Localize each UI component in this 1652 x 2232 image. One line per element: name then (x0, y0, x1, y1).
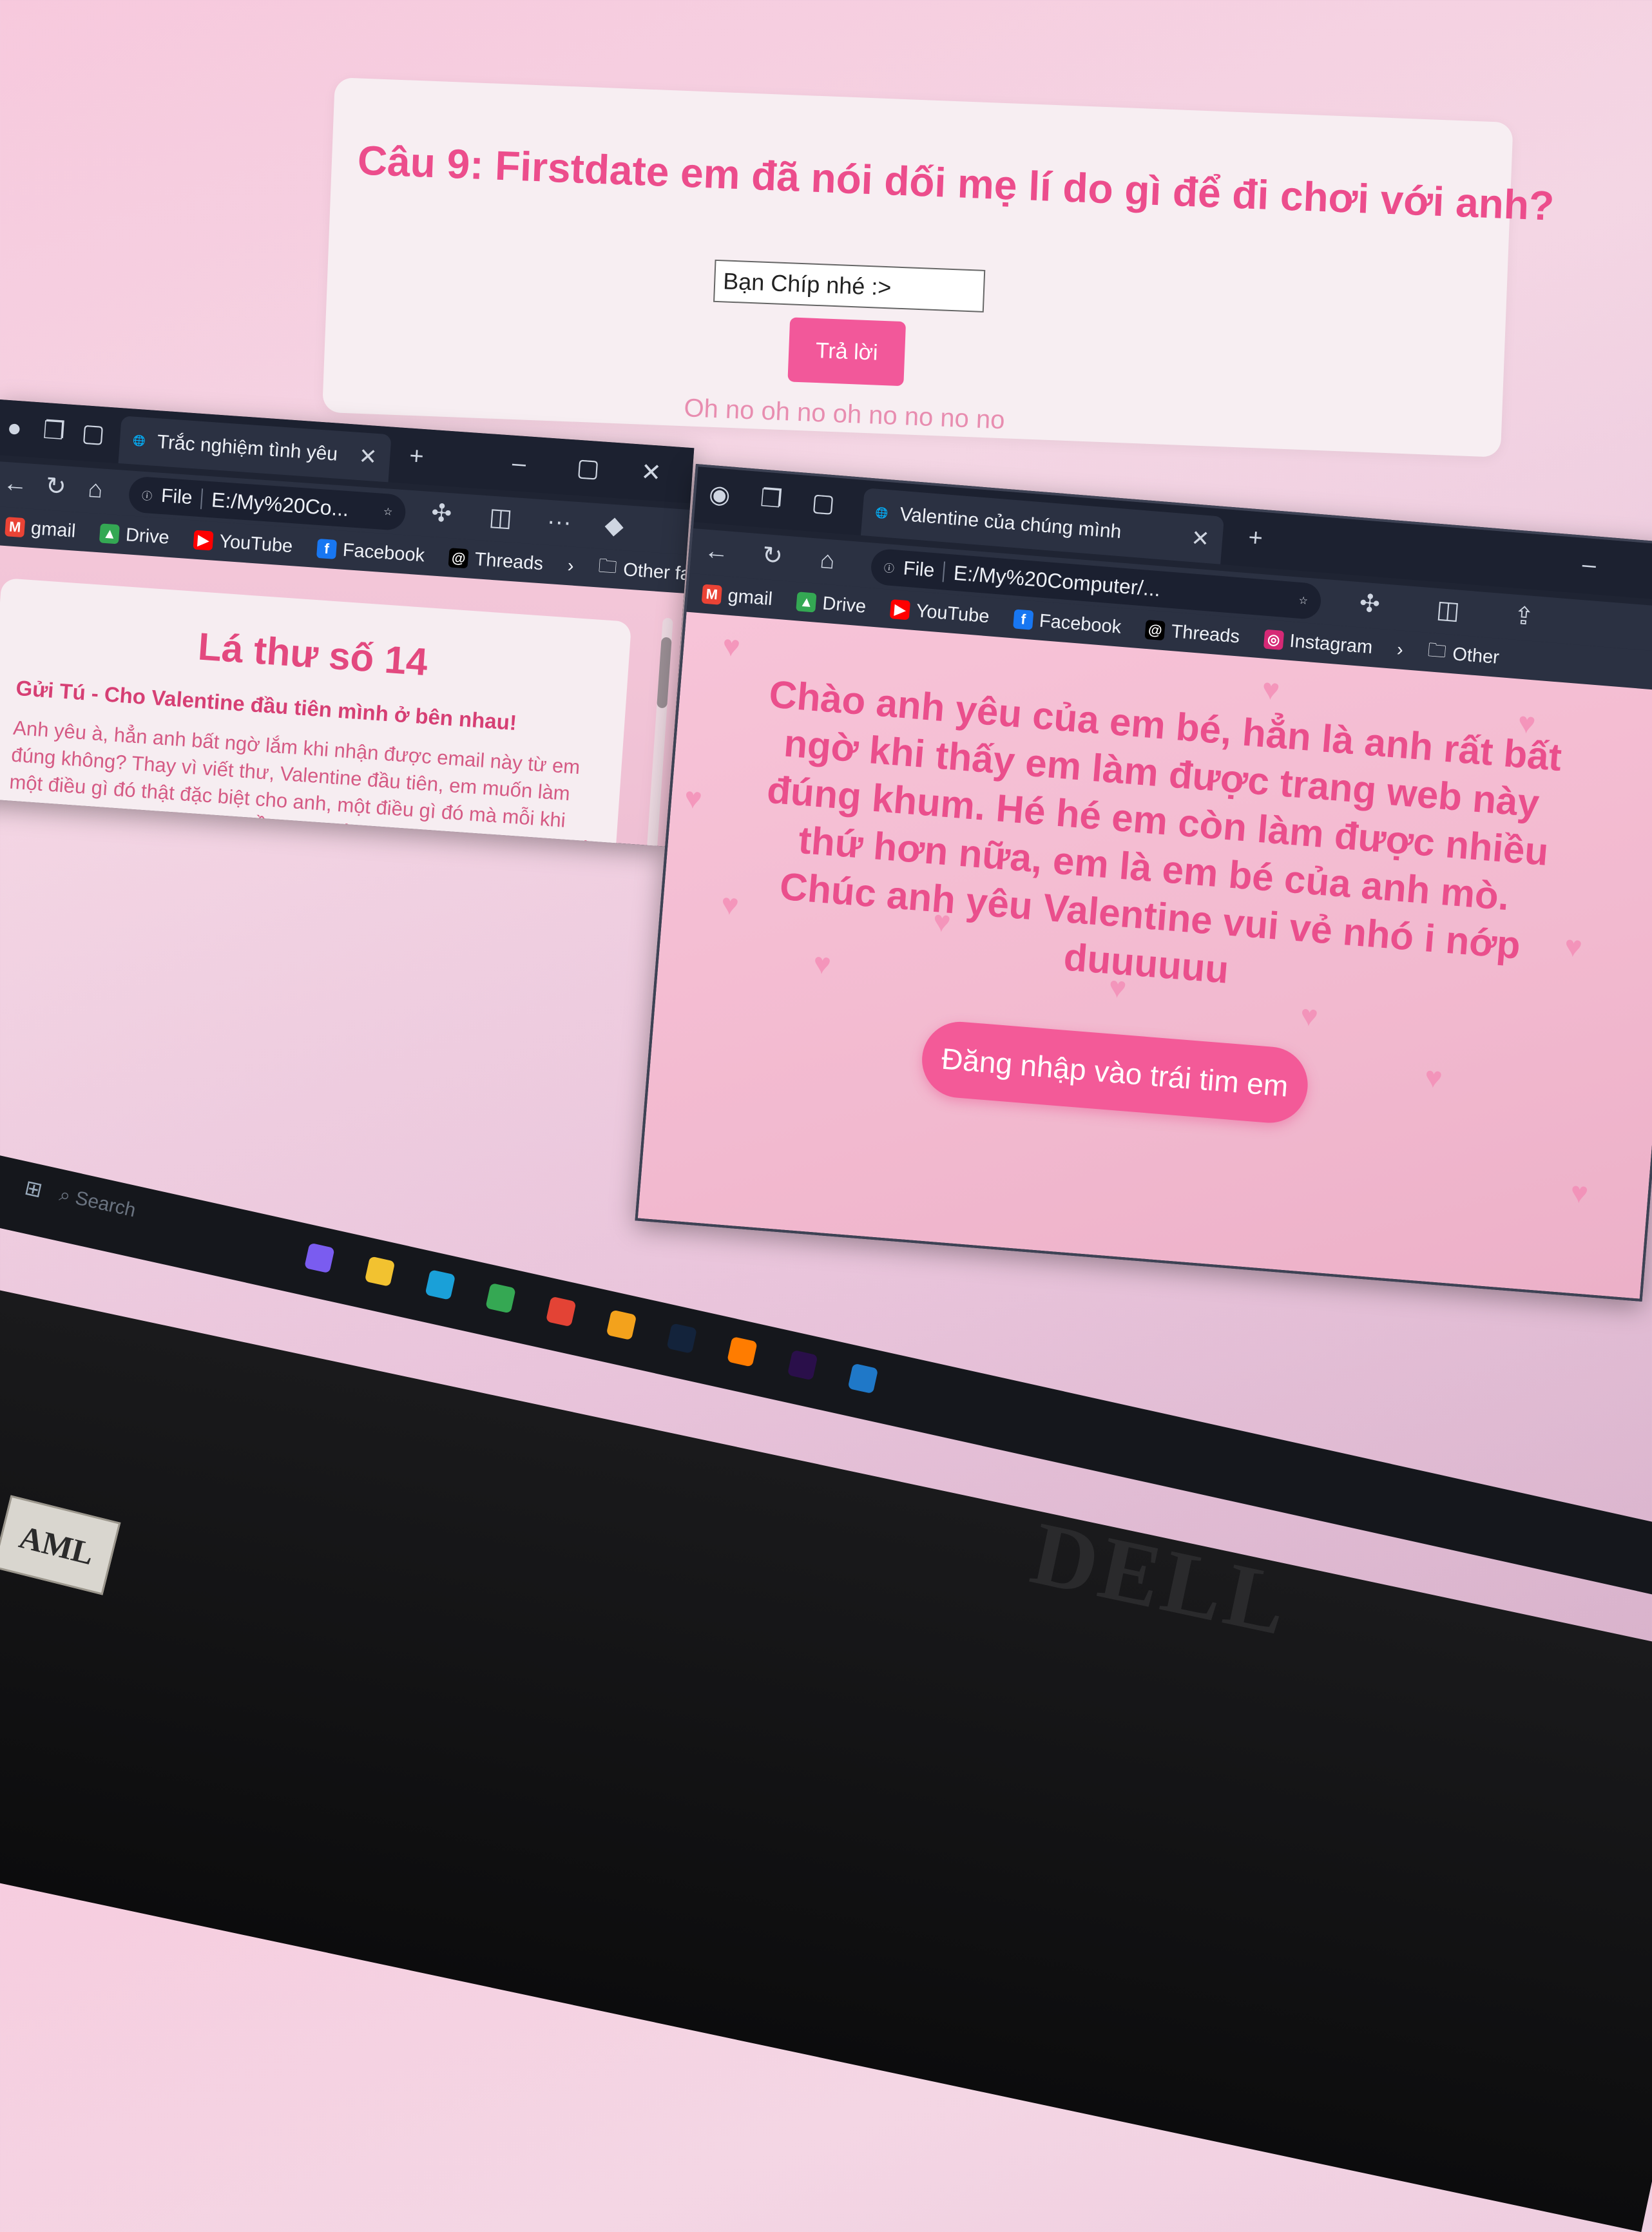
split-screen-icon[interactable]: ◫ (1436, 596, 1461, 625)
globe-icon: 🌐 (132, 435, 146, 447)
extensions-icon[interactable]: ✣ (1358, 590, 1381, 618)
favorite-star-icon[interactable]: ☆ (383, 505, 393, 519)
browser-window-left: ● ❐ ▢ 🌐 Trắc nghiệm tình yêu ✕ + – ▢ ✕ ←… (0, 399, 695, 847)
back-icon[interactable]: ← (704, 537, 730, 566)
threads-icon: @ (1144, 619, 1166, 641)
profile-icon[interactable]: ● (6, 414, 23, 442)
facebook-icon: f (1013, 609, 1034, 630)
valentine-message: Chào anh yêu của em bé, hẳn là anh rất b… (765, 672, 1564, 992)
quiz-question: Câu 9: Firstdate em đã nói dối mẹ lí do … (356, 137, 1555, 229)
heart-decoration: ♥ (721, 628, 742, 664)
more-bookmarks-chevron-icon[interactable]: › (1396, 639, 1404, 661)
gmail-icon: M (5, 517, 26, 538)
url-text: E:/My%20Co... (211, 487, 350, 521)
edge-icon[interactable] (425, 1269, 456, 1300)
vscode-icon[interactable] (847, 1363, 879, 1394)
close-tab-icon[interactable]: ✕ (1190, 525, 1211, 552)
more-bookmarks-chevron-icon[interactable]: › (567, 555, 575, 577)
bookmark-drive[interactable]: ▲ Drive (796, 591, 867, 618)
back-icon[interactable]: ← (3, 470, 29, 499)
tab-actions-icon[interactable]: ▢ (811, 489, 836, 518)
chrome-canary-icon[interactable] (606, 1309, 637, 1341)
drive-icon: ▲ (796, 592, 817, 613)
bookmark-gmail[interactable]: Mgmail (701, 583, 773, 610)
submit-answer-button[interactable]: Trả lời (787, 317, 907, 387)
file-explorer-icon[interactable] (364, 1256, 396, 1287)
facebook-icon: f (316, 538, 338, 559)
other-favorites[interactable]: 🗀 Other (1426, 637, 1501, 674)
minimize-icon[interactable]: – (1581, 551, 1597, 579)
share-icon[interactable]: ⇪ (1513, 602, 1535, 631)
page-content: Lá thư số 14 Gửi Tú - Cho Valentine đầu … (0, 544, 684, 847)
home-icon[interactable]: ⌂ (87, 476, 104, 503)
bookmark-facebook[interactable]: f Facebook (316, 537, 425, 566)
browser-window-right: ◉ ❐ ▢ 🌐 Valentine của chúng mình ✕ + – ←… (635, 464, 1652, 1302)
close-window-icon[interactable]: ✕ (640, 459, 662, 487)
scrollbar-thumb[interactable] (657, 637, 672, 709)
copilot-icon[interactable] (304, 1242, 335, 1274)
page-content: ♥ ♥ ♥ ♥ ♥ ♥ ♥ ♥ ♥ ♥ ♥ ♥ Chào anh yêu của… (637, 611, 1652, 1299)
threads-icon: @ (448, 548, 469, 569)
copilot-icon[interactable]: ◆ (604, 512, 624, 540)
url-text: E:/My%20Computer/... (952, 561, 1162, 601)
split-screen-icon[interactable]: ◫ (488, 503, 514, 532)
premiere-icon[interactable] (787, 1349, 818, 1381)
profile-avatar[interactable]: ◉ (708, 481, 731, 510)
home-icon[interactable]: ⌂ (819, 546, 836, 575)
heart-decoration: ♥ (720, 887, 740, 922)
new-tab-icon[interactable]: + (408, 443, 425, 470)
globe-icon: 🌐 (875, 507, 889, 520)
tab-actions-icon[interactable]: ▢ (81, 419, 106, 448)
info-icon: ⓘ (883, 563, 895, 575)
bookmark-drive[interactable]: ▲ Drive (99, 523, 170, 548)
chrome-alt-icon[interactable] (545, 1296, 577, 1327)
youtube-icon: ▶ (889, 599, 911, 621)
tab-title: Valentine của chúng mình (899, 503, 1122, 543)
bookmark-youtube[interactable]: ▶ YouTube (193, 529, 293, 557)
illustrator-icon[interactable] (727, 1336, 758, 1367)
quiz-feedback: Oh no oh no oh no no no no (683, 394, 1006, 435)
refresh-icon[interactable]: ↻ (761, 542, 783, 570)
heart-decoration: ♥ (1569, 1175, 1590, 1210)
extensions-icon[interactable]: ✣ (430, 499, 453, 528)
workspaces-icon[interactable]: ❐ (42, 417, 66, 445)
windows-start-icon[interactable]: ⊞ (23, 1175, 50, 1202)
folder-icon: 🗀 (1426, 639, 1448, 662)
heart-decoration: ♥ (1299, 998, 1320, 1034)
favorite-star-icon[interactable]: ☆ (1298, 594, 1309, 608)
taskbar-apps (304, 1242, 879, 1394)
answer-input[interactable] (713, 259, 986, 313)
tab-title: Trắc nghiệm tình yêu (156, 431, 339, 465)
taskbar-search[interactable]: ⌕ Search (57, 1184, 137, 1222)
bookmark-facebook[interactable]: f Facebook (1013, 608, 1122, 638)
bookmark-threads[interactable]: @ Threads (448, 547, 544, 575)
info-icon: ⓘ (141, 490, 153, 503)
bookmark-instagram[interactable]: ◎ Instagram (1263, 628, 1373, 658)
workspaces-icon[interactable]: ❐ (759, 485, 783, 514)
instagram-icon: ◎ (1263, 629, 1284, 650)
bookmark-youtube[interactable]: ▶ YouTube (889, 598, 990, 627)
login-heart-button[interactable]: Đăng nhập vào trái tim em (919, 1019, 1311, 1126)
more-icon[interactable]: ··· (546, 508, 572, 537)
bookmark-threads[interactable]: @ Threads (1144, 619, 1240, 648)
folder-icon: 🗀 (597, 555, 618, 577)
photoshop-icon[interactable] (666, 1323, 698, 1354)
youtube-icon: ▶ (193, 530, 214, 551)
letter-card: Lá thư số 14 Gửi Tú - Cho Valentine đầu … (0, 577, 632, 847)
chrome-icon[interactable] (485, 1282, 516, 1314)
heart-decoration: ♥ (1423, 1059, 1444, 1095)
drive-icon: ▲ (99, 523, 120, 544)
new-tab-icon[interactable]: + (1247, 524, 1264, 552)
heart-decoration: ♥ (1260, 671, 1282, 707)
maximize-icon[interactable]: ▢ (575, 454, 600, 483)
quiz-card: Câu 9: Firstdate em đã nói dối mẹ lí do … (322, 77, 1555, 457)
heart-decoration: ♥ (1563, 928, 1584, 964)
heart-decoration: ♥ (683, 780, 704, 816)
close-tab-icon[interactable]: ✕ (358, 443, 378, 470)
refresh-icon[interactable]: ↻ (44, 472, 67, 501)
gmail-icon: M (701, 584, 722, 605)
bookmark-gmail[interactable]: Mgmail (5, 516, 76, 543)
minimize-icon[interactable]: – (512, 450, 527, 477)
